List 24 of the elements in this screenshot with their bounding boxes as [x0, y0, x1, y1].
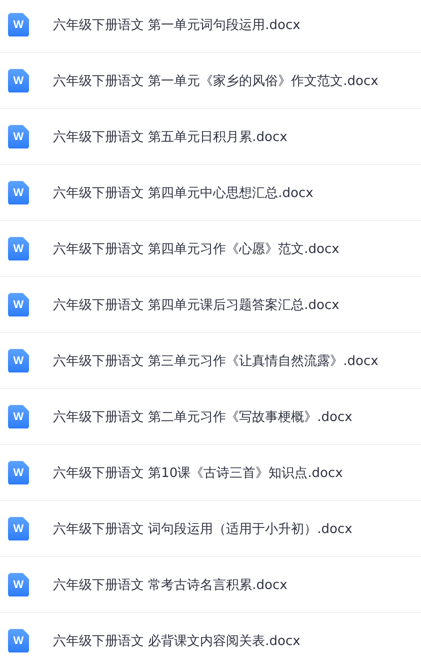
- file-name[interactable]: 六年级下册语文 第四单元课后习题答案汇总.docx: [53, 296, 340, 314]
- file-name[interactable]: 六年级下册语文 常考古诗名言积累.docx: [53, 576, 288, 594]
- word-document-icon: W: [8, 404, 29, 428]
- word-document-icon: W: [8, 180, 29, 204]
- word-document-icon: W: [8, 348, 29, 372]
- word-document-icon: W: [8, 460, 29, 484]
- file-name[interactable]: 六年级下册语文 词句段运用（适用于小升初）.docx: [53, 520, 352, 538]
- file-name[interactable]: 六年级下册语文 第三单元习作《让真情自然流露》.docx: [53, 352, 378, 370]
- word-document-icon: W: [8, 572, 29, 596]
- word-document-icon: W: [8, 236, 29, 260]
- word-document-icon: W: [8, 628, 29, 652]
- file-name[interactable]: 六年级下册语文 第一单元《家乡的风俗》作文范文.docx: [53, 72, 378, 90]
- file-name[interactable]: 六年级下册语文 第10课《古诗三首》知识点.docx: [53, 464, 343, 482]
- file-name[interactable]: 六年级下册语文 第四单元习作《心愿》范文.docx: [53, 240, 340, 258]
- file-name[interactable]: 六年级下册语文 第二单元习作《写故事梗概》.docx: [53, 408, 352, 426]
- word-document-icon: W: [8, 12, 29, 36]
- word-document-icon: W: [8, 516, 29, 540]
- word-document-icon: W: [8, 124, 29, 148]
- file-name[interactable]: 六年级下册语文 第五单元日积月累.docx: [53, 128, 288, 146]
- word-document-icon: W: [8, 68, 29, 92]
- file-name[interactable]: 六年级下册语文 第四单元中心思想汇总.docx: [53, 184, 314, 202]
- word-document-icon: W: [8, 292, 29, 316]
- file-name[interactable]: 六年级下册语文 第一单元词句段运用.docx: [53, 16, 300, 34]
- file-name[interactable]: 六年级下册语文 必背课文内容阅关表.docx: [53, 632, 300, 650]
